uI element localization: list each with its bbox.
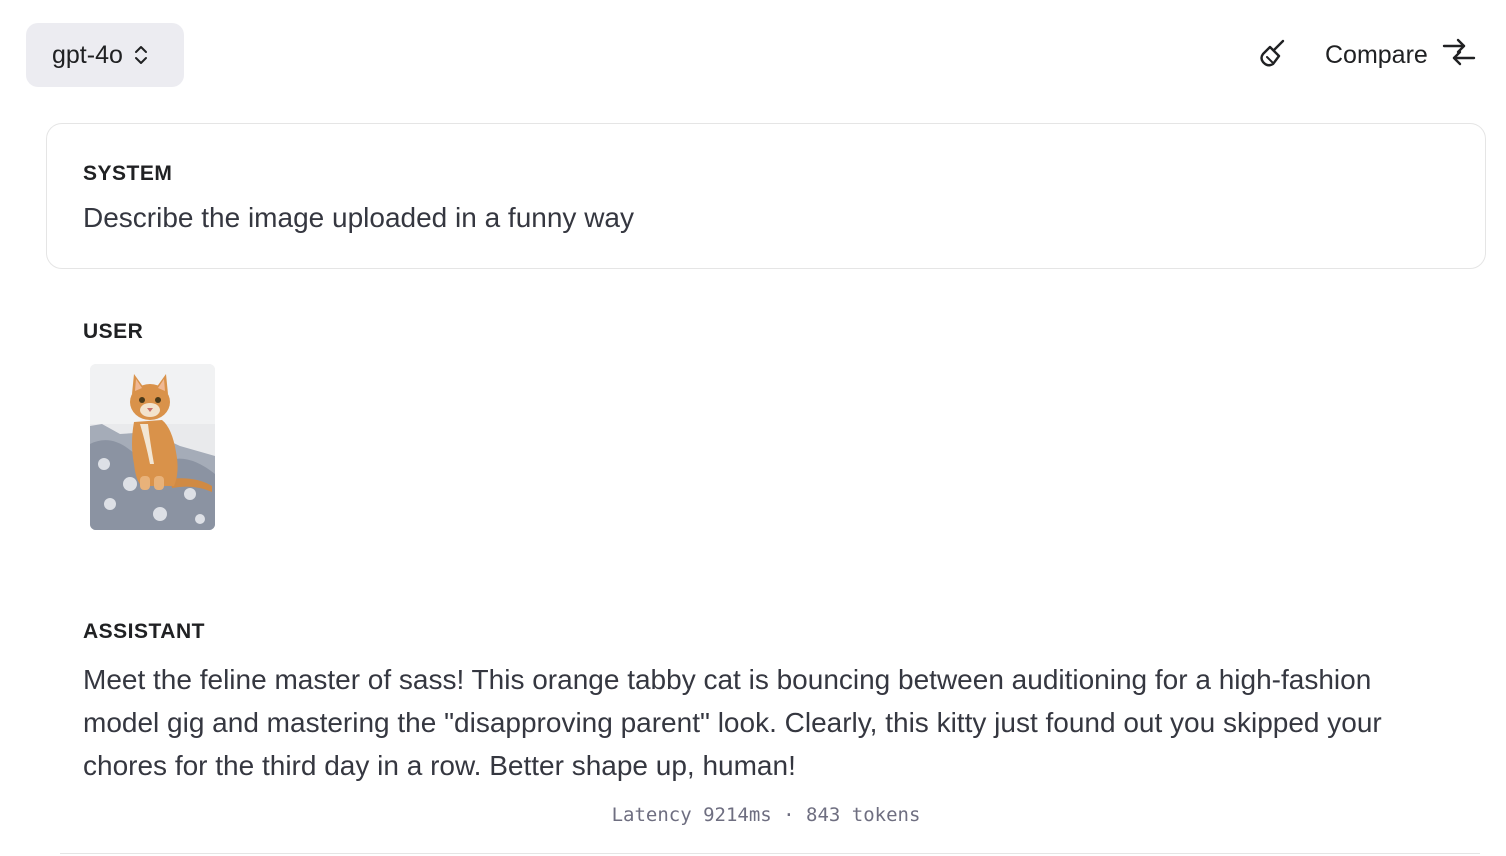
system-message-box[interactable]: SYSTEM Describe the image uploaded in a … — [46, 123, 1486, 269]
compare-label: Compare — [1325, 40, 1428, 69]
assistant-role-label: ASSISTANT — [83, 620, 205, 643]
chevron-up-down-icon — [133, 43, 149, 67]
model-select[interactable]: gpt-4o — [26, 23, 184, 87]
compare-button[interactable]: Compare — [1325, 30, 1476, 80]
user-role-label: USER — [83, 320, 144, 343]
response-meta: Latency 9214ms · 843 tokens — [611, 804, 921, 826]
divider — [60, 853, 1480, 854]
arrows-compare-icon — [1442, 37, 1476, 74]
cat-photo[interactable] — [90, 364, 215, 530]
assistant-message[interactable]: Meet the feline master of sass! This ora… — [83, 658, 1423, 787]
cat-photo-drawing — [90, 364, 215, 530]
system-role-label: SYSTEM — [83, 162, 173, 185]
model-label: gpt-4o — [52, 40, 123, 69]
broom-icon — [1258, 38, 1288, 75]
system-message[interactable]: Describe the image uploaded in a funny w… — [83, 202, 634, 234]
clear-button[interactable] — [1253, 36, 1293, 76]
toolbar: gpt-4o Compare — [0, 0, 1506, 110]
